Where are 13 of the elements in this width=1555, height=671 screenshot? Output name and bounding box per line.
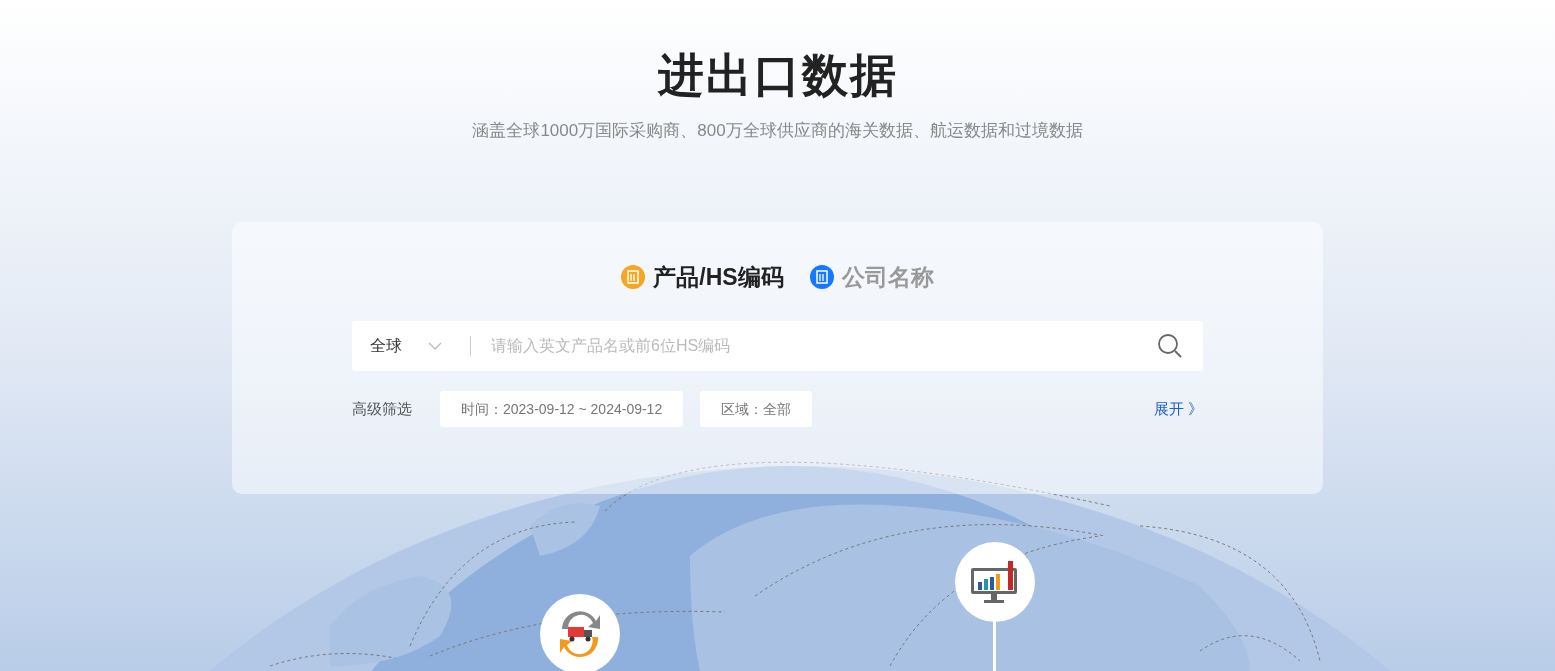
monitor-chart-icon xyxy=(970,560,1020,604)
chevron-down-icon xyxy=(428,342,442,350)
expand-link[interactable]: 展开 》 xyxy=(1153,397,1203,421)
filter-chip[interactable]: 区域：全部 xyxy=(700,391,813,427)
region-dropdown[interactable]: 全球 xyxy=(370,334,450,358)
search-icon[interactable] xyxy=(1157,333,1183,359)
page-title: 进出口数据 xyxy=(657,48,898,102)
search-field[interactable]: 全球 请输入英文产品名或前6位HS编码 xyxy=(352,321,1203,371)
page-subtitle: 涵盖全球1000万国际采购商、800万全球供应商的海关数据、航运数据和过境数据 xyxy=(472,120,1083,142)
filter-chip[interactable]: 时间：2023-09-12 ~ 2024-09-12 xyxy=(440,391,684,427)
filter-label: 高级筛选 xyxy=(352,398,412,419)
marker-line xyxy=(993,622,996,671)
search-tab[interactable]: 产品/HS编码 xyxy=(621,259,784,294)
